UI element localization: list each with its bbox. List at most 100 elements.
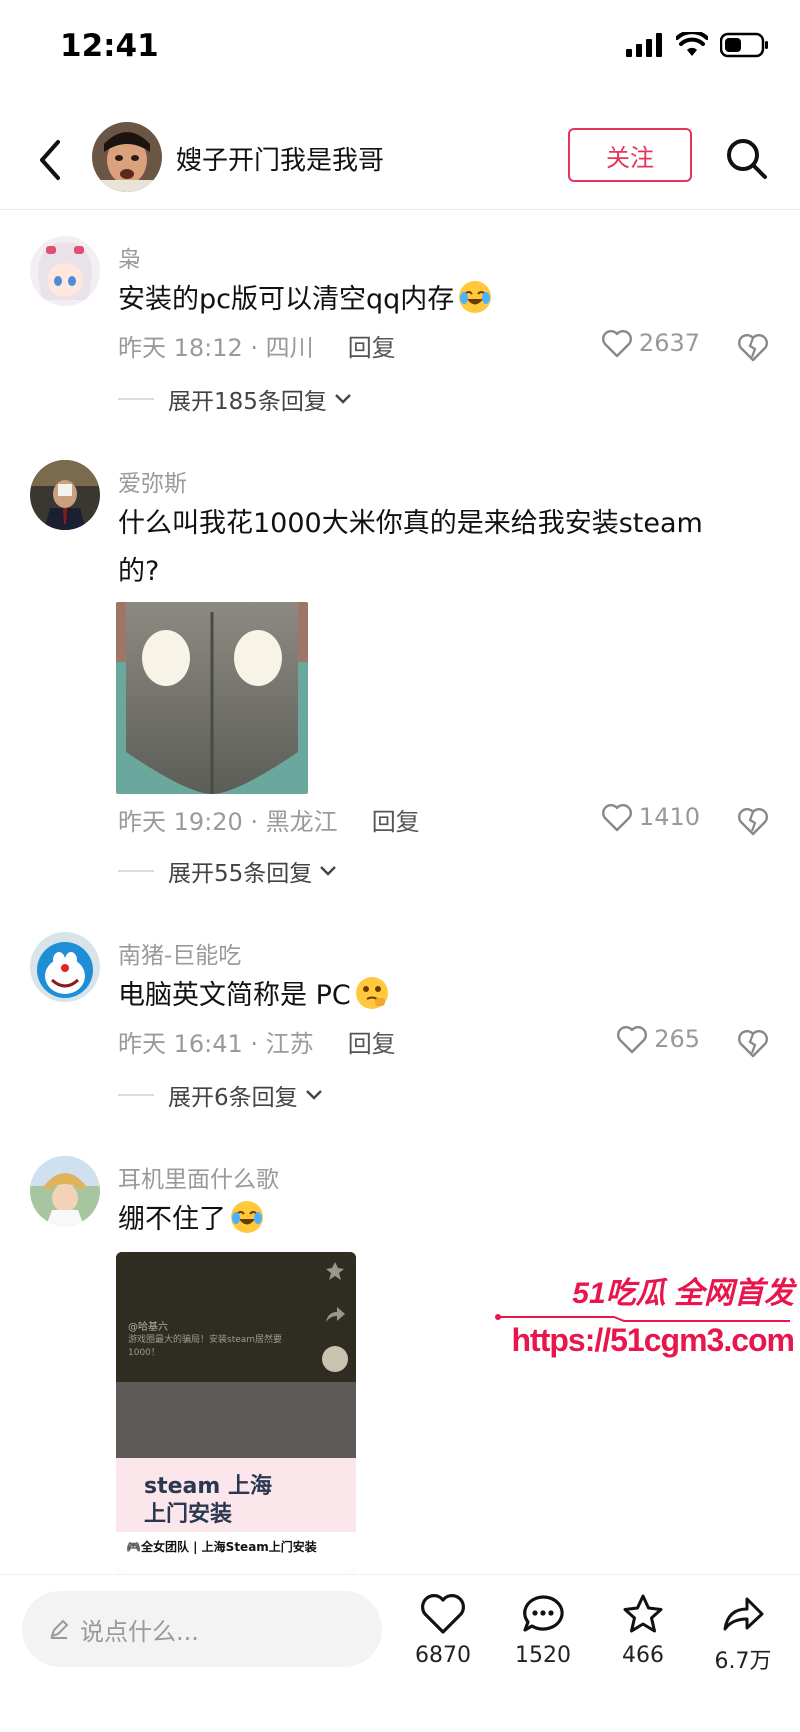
comment-username[interactable]: 爱弥斯 [118,464,187,498]
share-count: 6.7万 [714,1649,772,1674]
status-bar: 12:41 [0,0,800,100]
image-dark-overlay: @哈基六 游戏圈最大的骗局！安装steam居然要1000！ [116,1252,356,1382]
image-title-strip: 🎮全女团队 | 上海Steam上门安装 [116,1532,356,1572]
divider-line [118,398,154,400]
image-mid-band [116,1382,356,1458]
heart-icon [601,804,632,832]
comment-username[interactable]: 枭 [118,240,141,274]
back-button[interactable] [30,132,70,188]
expand-replies-button[interactable]: 展开185条回复 [118,382,353,416]
heart-icon [617,1026,648,1054]
chevron-down-icon [305,1090,322,1100]
wifi-icon [676,32,708,56]
comment-bubble-icon [523,1595,564,1632]
comments-button[interactable]: 1520 [498,1593,588,1668]
comment-text-line: 的? [118,556,160,587]
laugh-cry-emoji-icon [459,281,492,313]
laugh-cry-emoji-icon [231,1201,263,1233]
search-icon[interactable] [722,134,770,182]
comment-text: 什么叫我花1000大米你真的是来给我安装steam 的? [118,500,738,596]
pencil-icon [50,1619,69,1639]
comment-input[interactable]: 说点什么... [22,1591,382,1667]
comment-like-count: 265 [654,1025,700,1053]
comment-text: 安装的pc版可以清空qq内存 [118,276,738,324]
follow-button[interactable]: 关注 [568,128,692,182]
comment-item: 枭 安装的pc版可以清空qq内存 昨天 18:12 · 四川 回复 2637 展… [0,236,800,426]
image-overlay-text: 游戏圈最大的骗局！安装steam居然要1000！ [128,1335,283,1358]
status-icons [626,32,770,58]
comment-like-count: 2637 [638,329,700,357]
comment-meta: 昨天 19:20 · 黑龙江 回复 [118,802,420,837]
comment-like-count: 1410 [638,803,700,831]
author-avatar[interactable] [92,122,162,192]
comment-meta: 昨天 18:12 · 四川 回复 [118,328,396,363]
divider-line [118,1094,154,1096]
status-time: 12:41 [60,28,159,64]
comment-avatar[interactable] [30,460,100,530]
watermark-url: https://51cgm3.com [511,1322,795,1358]
comment-image[interactable]: @哈基六 游戏圈最大的骗局！安装steam居然要1000！ steam 上海 上… [116,1252,356,1572]
comment-input-placeholder: 说点什么... [80,1617,199,1646]
author-name[interactable]: 嫂子开门我是我哥 [176,140,384,177]
comment-text-body: 电脑英文简称是 PC [118,980,351,1011]
chevron-down-icon [320,866,337,876]
comment-time-location: 昨天 18:12 · 四川 [118,334,314,362]
comment-text: 电脑英文简称是 PC [118,972,738,1020]
broken-heart-icon[interactable] [736,804,770,838]
reply-button[interactable]: 回复 [372,802,420,837]
signal-icon [626,33,662,57]
comment-like-button[interactable]: 2637 [601,328,700,358]
image-overlay-avatar [322,1346,348,1372]
heart-icon [601,330,632,358]
comment-avatar[interactable] [30,236,100,306]
battery-icon [720,32,768,58]
broken-heart-icon[interactable] [736,1026,770,1060]
broken-heart-icon[interactable] [736,330,770,364]
bottom-action-bar: 说点什么... 6870 1520 466 6.7万 [0,1574,800,1732]
image-caption-line: 上门安装 [144,1502,233,1527]
reply-button[interactable]: 回复 [348,328,396,363]
expand-replies-button[interactable]: 展开6条回复 [118,1078,324,1112]
chevron-left-icon [40,140,60,180]
star-icon [326,1262,344,1280]
divider-line [118,870,154,872]
comment-username[interactable]: 耳机里面什么歌 [118,1160,279,1194]
comment-text-body: 安装的pc版可以清空qq内存 [118,284,455,315]
favorite-count: 466 [622,1643,664,1668]
expand-replies-label: 展开6条回复 [168,1085,298,1111]
comment-text-line: 什么叫我花1000大米你真的是来给我安装steam [118,508,703,539]
favorite-button[interactable]: 466 [598,1593,688,1668]
watermark-circuit-line [495,1314,790,1322]
image-overlay-user: @哈基六 [128,1322,168,1333]
heart-icon [421,1594,465,1634]
thinking-emoji-icon [355,977,388,1009]
share-button[interactable]: 6.7万 [698,1593,788,1675]
expand-replies-label: 展开185条回复 [168,389,327,415]
comment-text: 绷不住了 [118,1196,738,1244]
comment-item: 南猪-巨能吃 电脑英文简称是 PC 昨天 16:41 · 江苏 回复 265 展… [0,932,800,1122]
reply-button[interactable]: 回复 [348,1024,396,1059]
watermark: 51吃瓜 全网首发 https://51cgm3.com [494,1268,795,1368]
share-icon [326,1307,345,1322]
comment-meta: 昨天 16:41 · 江苏 回复 [118,1024,396,1059]
video-header: 嫂子开门我是我哥 关注 [0,110,800,210]
comment-username[interactable]: 南猪-巨能吃 [118,936,241,970]
expand-replies-button[interactable]: 展开55条回复 [118,854,338,888]
comment-time-location: 昨天 19:20 · 黑龙江 [118,808,338,836]
comment-avatar[interactable] [30,932,100,1002]
comment-like-button[interactable]: 265 [616,1024,700,1054]
comment-image[interactable] [116,602,308,794]
comment-text-body: 绷不住了 [118,1204,226,1235]
comment-time-location: 昨天 16:41 · 江苏 [118,1030,314,1058]
comment-item: 爱弥斯 什么叫我花1000大米你真的是来给我安装steam 的? 昨天 19:2… [0,460,800,887]
chevron-down-icon [335,394,351,404]
comment-count: 1520 [515,1643,571,1668]
star-icon [623,1594,663,1633]
image-title: 🎮全女团队 | 上海Steam上门安装 [126,1540,317,1554]
comment-like-button[interactable]: 1410 [601,802,700,832]
share-arrow-icon [723,1597,764,1631]
like-count: 6870 [415,1643,471,1668]
like-button[interactable]: 6870 [398,1593,488,1668]
comment-avatar[interactable] [30,1156,100,1226]
watermark-brand: 51吃瓜 全网首发 [572,1277,794,1310]
